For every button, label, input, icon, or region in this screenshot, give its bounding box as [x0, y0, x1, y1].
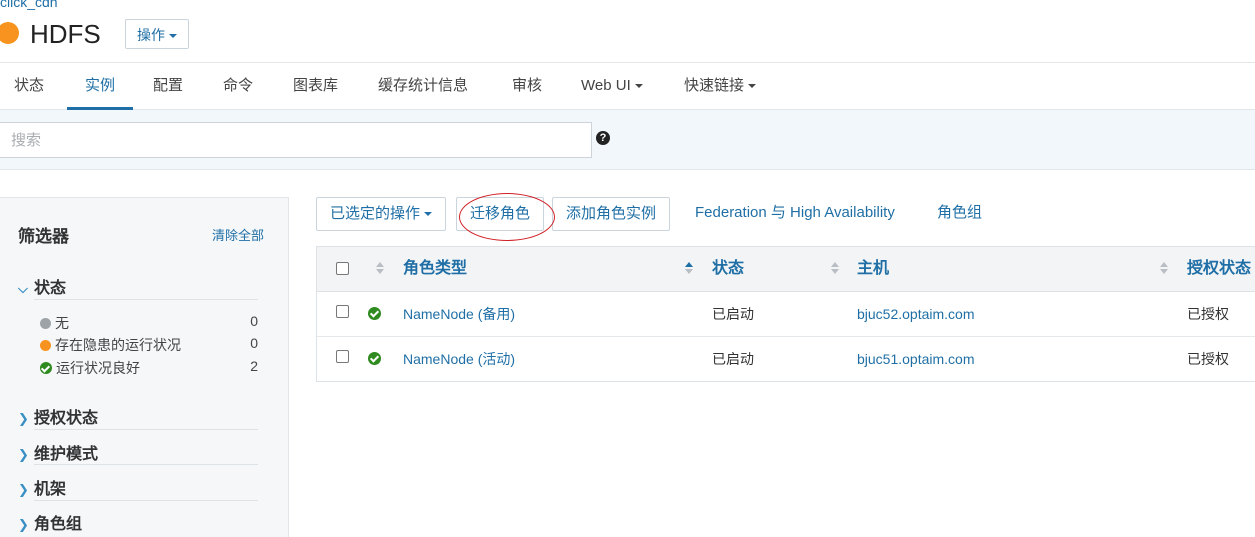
clear-all-link[interactable]: 清除全部	[212, 225, 264, 244]
filter-title: 筛选器	[18, 227, 69, 246]
host-link[interactable]: bjuc52.optaim.com	[857, 292, 975, 336]
filter-section-label: 授权状态	[34, 410, 99, 427]
tab-instances[interactable]: 实例	[67, 63, 133, 110]
good-health-icon	[368, 307, 381, 320]
tab-label: Web UI	[581, 77, 631, 94]
service-actions-button[interactable]: 操作	[125, 19, 189, 49]
button-label: 已选定的操作	[330, 205, 421, 222]
filter-sidebar: 筛选器 清除全部 ⌵ 状态 无 0 存在隐患的运行状况 0 运行状况良好 2 ❯ 授…	[0, 197, 289, 537]
facet-count: 0	[250, 335, 258, 351]
tab-configuration[interactable]: 配置	[153, 63, 183, 110]
filter-section-maintenance-mode[interactable]: ❯ 维护模式	[18, 440, 263, 464]
filter-section-status[interactable]: ⌵ 状态	[18, 274, 263, 298]
caret-down-icon	[169, 34, 177, 39]
caret-down-icon	[634, 84, 643, 89]
tab-quick-links[interactable]: 快速链接	[684, 63, 757, 110]
facet-label: 运行状况良好	[56, 360, 140, 376]
filter-section-rack[interactable]: ❯ 机架	[18, 475, 263, 499]
tab-web-ui[interactable]: Web UI	[581, 63, 643, 110]
button-label: 添加角色实例	[566, 205, 657, 222]
select-all-checkbox[interactable]	[336, 262, 349, 275]
cluster-link[interactable]: click_cdh	[0, 0, 58, 10]
role-groups-link[interactable]: 角色组	[937, 197, 982, 231]
search-bar: ?	[0, 110, 1255, 170]
facet-label: 存在隐患的运行状况	[55, 337, 181, 353]
facet-good-health[interactable]: 运行状况良好 2	[40, 358, 258, 378]
service-status-icon	[0, 22, 19, 44]
column-status[interactable]: 状态	[712, 247, 744, 291]
question-circle-icon[interactable]: ?	[596, 131, 610, 145]
button-label: 迁移角色	[470, 205, 531, 222]
role-type-link[interactable]: NameNode (备用)	[403, 292, 515, 336]
authorization-status: 已授权	[1187, 351, 1229, 367]
service-actions-label: 操作	[137, 27, 165, 43]
tab-status[interactable]: 状态	[14, 63, 44, 110]
column-authorization-status[interactable]: 授权状态	[1187, 247, 1251, 291]
sort-icon[interactable]	[376, 262, 384, 276]
tab-bar: 状态 实例 配置 命令 图表库 缓存统计信息 审核 Web UI 快速链接	[0, 62, 1255, 110]
table-header: 角色类型 状态 主机 授权状态	[317, 247, 1255, 292]
table-row: NameNode (备用) 已启动 bjuc52.optaim.com 已授权	[317, 292, 1255, 337]
filter-section-label: 状态	[34, 280, 67, 297]
tab-label: 命令	[223, 77, 254, 94]
column-role-type[interactable]: 角色类型	[403, 247, 467, 291]
caret-down-icon	[424, 212, 433, 217]
filter-section-label: 机架	[34, 481, 67, 498]
row-checkbox[interactable]	[336, 305, 349, 318]
role-instances-table: 角色类型 状态 主机 授权状态 NameNode (备用) 已启动 bjuc52…	[316, 246, 1255, 382]
tab-label: 缓存统计信息	[378, 77, 469, 94]
tab-label: 配置	[153, 77, 184, 94]
chevron-right-icon: ❯	[18, 517, 29, 532]
facet-count: 0	[250, 313, 258, 329]
tab-commands[interactable]: 命令	[223, 63, 253, 110]
sort-ascending-icon[interactable]	[685, 262, 693, 276]
gray-dot-icon	[40, 318, 51, 329]
divider	[34, 464, 258, 465]
tab-label: 快速链接	[684, 77, 745, 94]
filter-section-label: 维护模式	[34, 446, 99, 463]
column-host[interactable]: 主机	[857, 247, 889, 291]
facet-count: 2	[250, 358, 258, 374]
chevron-right-icon: ❯	[18, 447, 29, 462]
chevron-right-icon: ❯	[18, 482, 29, 497]
filter-section-role-group[interactable]: ❯ 角色组	[18, 510, 263, 534]
authorization-status: 已授权	[1187, 306, 1229, 322]
filter-section-label: 角色组	[34, 516, 83, 533]
tab-label: 状态	[14, 77, 45, 94]
role-type-link[interactable]: NameNode (活动)	[403, 337, 515, 381]
divider	[34, 299, 258, 300]
selected-actions-button[interactable]: 已选定的操作	[316, 197, 447, 231]
chevron-right-icon: ❯	[18, 411, 29, 426]
tab-label: 实例	[84, 77, 115, 94]
table-row: NameNode (活动) 已启动 bjuc51.optaim.com 已授权	[317, 337, 1255, 382]
migrate-roles-button[interactable]: 迁移角色	[456, 197, 545, 231]
orange-dot-icon	[40, 340, 51, 351]
divider	[34, 500, 258, 501]
role-status: 已启动	[712, 306, 754, 322]
tab-cache-statistics[interactable]: 缓存统计信息	[378, 63, 468, 110]
chevron-down-icon: ⌵	[18, 281, 28, 296]
facet-none[interactable]: 无 0	[40, 313, 258, 333]
row-checkbox[interactable]	[336, 350, 349, 363]
caret-down-icon	[748, 84, 757, 89]
good-health-icon	[368, 352, 381, 365]
tab-audits[interactable]: 审核	[512, 63, 542, 110]
tab-chart-library[interactable]: 图表库	[293, 63, 338, 110]
role-status: 已启动	[712, 351, 754, 367]
page-title: HDFS	[30, 19, 101, 49]
filter-section-authorization[interactable]: ❯ 授权状态	[18, 404, 263, 428]
sort-icon[interactable]	[1160, 262, 1168, 276]
federation-ha-link[interactable]: Federation 与 High Availability	[695, 197, 895, 231]
search-input[interactable]	[0, 122, 592, 158]
tab-label: 审核	[512, 77, 543, 94]
tab-label: 图表库	[293, 77, 339, 94]
sort-icon[interactable]	[831, 262, 839, 276]
facet-concerning-health[interactable]: 存在隐患的运行状况 0	[40, 335, 258, 355]
green-check-icon	[40, 362, 52, 374]
add-role-instances-button[interactable]: 添加角色实例	[552, 197, 671, 231]
host-link[interactable]: bjuc51.optaim.com	[857, 337, 975, 381]
facet-label: 无	[55, 315, 69, 331]
divider	[34, 429, 258, 430]
